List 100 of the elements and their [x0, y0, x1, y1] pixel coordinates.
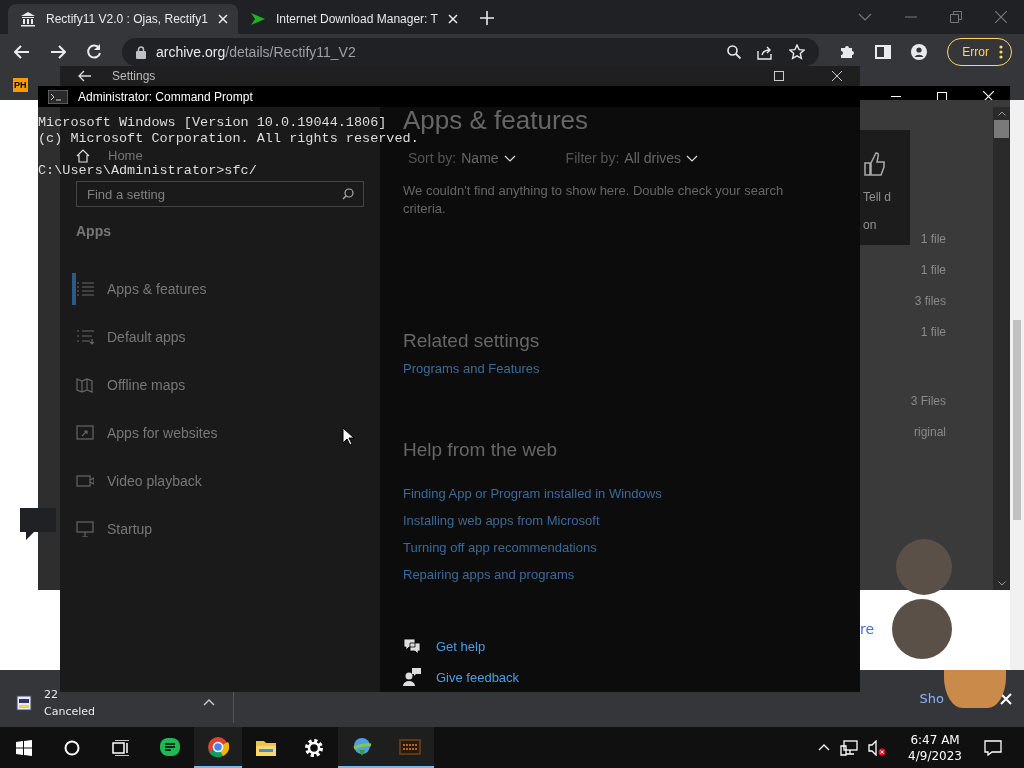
settings-icon — [303, 736, 325, 759]
page-text: on — [863, 218, 877, 232]
filter-dropdown[interactable]: Filter by: All drives — [560, 150, 704, 166]
scrollbar[interactable] — [1010, 100, 1024, 670]
nav-item[interactable]: Startup — [76, 505, 364, 553]
help-link[interactable]: Repairing apps and programs — [403, 564, 860, 585]
chevron-up-icon[interactable] — [818, 744, 831, 751]
search-icon[interactable] — [727, 45, 742, 59]
taskbar-button[interactable] — [338, 727, 386, 768]
home-item[interactable]: Home — [76, 148, 364, 163]
search-field[interactable]: Find a setting — [76, 181, 364, 207]
window-title: Administrator: Command Prompt — [78, 89, 254, 104]
show-all-link[interactable]: Sho — [919, 691, 944, 706]
action-link[interactable]: Get help — [403, 637, 860, 655]
console-line: Microsoft Windows [Version 10.0.19044.1806] — [38, 115, 387, 131]
chevron-down-icon — [686, 154, 699, 162]
windows-logo-icon[interactable] — [16, 739, 32, 756]
clock-time: 6:47 AM — [910, 732, 960, 747]
disc-file-icon — [16, 694, 32, 711]
forward-arrow-icon[interactable] — [50, 45, 66, 59]
settings-link[interactable]: Programs and Features — [403, 358, 860, 379]
tab-title: Internet Download Manager: T — [276, 12, 438, 26]
address-bar[interactable]: archive.org/details/Rectify11_V2 — [122, 38, 820, 66]
tab-title: Rectify11 V2.0 : Ojas, Rectify1 — [46, 12, 208, 26]
puzzle-icon[interactable] — [839, 44, 856, 60]
console-line: C:\Users\Administrator>sfc/ — [38, 163, 257, 179]
scroll-up-icon — [997, 111, 1006, 116]
help-link[interactable]: Turning off app recommendations — [403, 537, 860, 558]
new-tab-icon[interactable] — [480, 11, 494, 25]
map-icon — [76, 377, 94, 393]
play-arrow-icon — [250, 11, 266, 27]
speaker-muted-icon[interactable] — [868, 739, 887, 756]
download-name: 22 — [44, 687, 58, 701]
notification-icon[interactable] — [984, 739, 1002, 756]
help-link[interactable]: Installing web apps from Microsoft — [403, 510, 860, 531]
page-text: 1 file — [920, 263, 946, 277]
mouse-pointer-icon — [342, 427, 354, 445]
maximize-icon[interactable] — [937, 91, 947, 102]
taskbar-button[interactable] — [194, 727, 242, 768]
sort-dropdown[interactable]: Sort by: Name — [403, 150, 521, 166]
network-icon[interactable] — [840, 739, 859, 756]
nav-item[interactable]: Apps for websites — [76, 409, 364, 457]
list-arrow-icon — [76, 329, 94, 345]
browser-tab[interactable]: Internet Download Manager: T — [238, 4, 468, 34]
close-icon[interactable] — [832, 71, 842, 81]
monitor-icon — [76, 521, 94, 537]
page-link[interactable]: re — [860, 621, 875, 637]
star-icon[interactable] — [789, 44, 806, 60]
more-vertical-icon — [999, 45, 1003, 59]
chevron-down-icon — [503, 154, 516, 162]
list-icon — [76, 281, 94, 297]
video-camera-icon — [76, 473, 94, 489]
console-icon — [48, 89, 68, 104]
thumbs-up-icon — [863, 152, 885, 176]
section-heading: Apps — [76, 223, 112, 239]
section-heading: Related settings — [403, 330, 541, 352]
bookmark-icon[interactable]: PH — [13, 78, 28, 92]
taskbar-button[interactable] — [386, 727, 434, 768]
download-status: Canceled — [44, 704, 96, 718]
nav-item[interactable]: Video playback — [76, 457, 364, 505]
scroll-thumb[interactable] — [1013, 320, 1021, 520]
scrollbar[interactable] — [993, 107, 1010, 590]
chrome-icon — [207, 735, 229, 758]
chat-bubble-icon — [159, 736, 181, 759]
page-text: 3 Files — [910, 394, 946, 408]
page-text: riginal — [914, 425, 946, 439]
share-icon[interactable] — [757, 44, 774, 60]
photo-placeholder — [896, 539, 952, 595]
nav-item[interactable]: Offline maps — [76, 361, 364, 409]
profile-icon[interactable] — [911, 44, 928, 60]
scroll-thumb[interactable] — [994, 120, 1009, 138]
chevron-down-icon[interactable] — [858, 13, 872, 21]
back-arrow-icon[interactable] — [14, 45, 30, 59]
action-link[interactable]: Give feedback — [403, 668, 860, 686]
clock-date: 4/9/2023 — [908, 748, 962, 763]
nav-item[interactable]: Apps & features — [76, 265, 364, 313]
window-title: Settings — [112, 69, 157, 83]
clock[interactable]: 6:47 AM 4/9/2023 — [908, 732, 962, 763]
help-link[interactable]: Finding App or Program installed in Windows — [403, 483, 860, 504]
page-text: Tell d — [863, 190, 891, 204]
page-text: 1 file — [920, 232, 946, 246]
url-text: archive.org/details/Rectify11_V2 — [156, 44, 356, 60]
empty-message: We couldn't find anything to show here. Double check your search criteria. — [403, 182, 785, 218]
browser-tab[interactable]: Rectify11 V2.0 : Ojas, Rectify1 — [8, 4, 238, 34]
section-heading: Help from the web — [403, 439, 559, 461]
globe-download-icon — [351, 735, 373, 758]
caret-up-icon[interactable] — [203, 699, 215, 706]
task-view-icon[interactable] — [112, 739, 130, 756]
scroll-down-icon — [997, 581, 1006, 586]
error-button[interactable]: Error — [947, 38, 1012, 66]
search-circle-icon[interactable] — [64, 739, 80, 756]
lock-icon — [136, 45, 146, 59]
person-feedback-icon — [403, 668, 421, 686]
side-panel-icon[interactable] — [875, 45, 892, 59]
museum-icon — [20, 11, 36, 27]
comment-icon[interactable] — [20, 508, 56, 540]
nav-item[interactable]: Default apps — [76, 313, 364, 361]
back-arrow-icon[interactable] — [78, 70, 92, 82]
reload-icon[interactable] — [86, 44, 102, 60]
restore-icon[interactable] — [774, 71, 784, 81]
